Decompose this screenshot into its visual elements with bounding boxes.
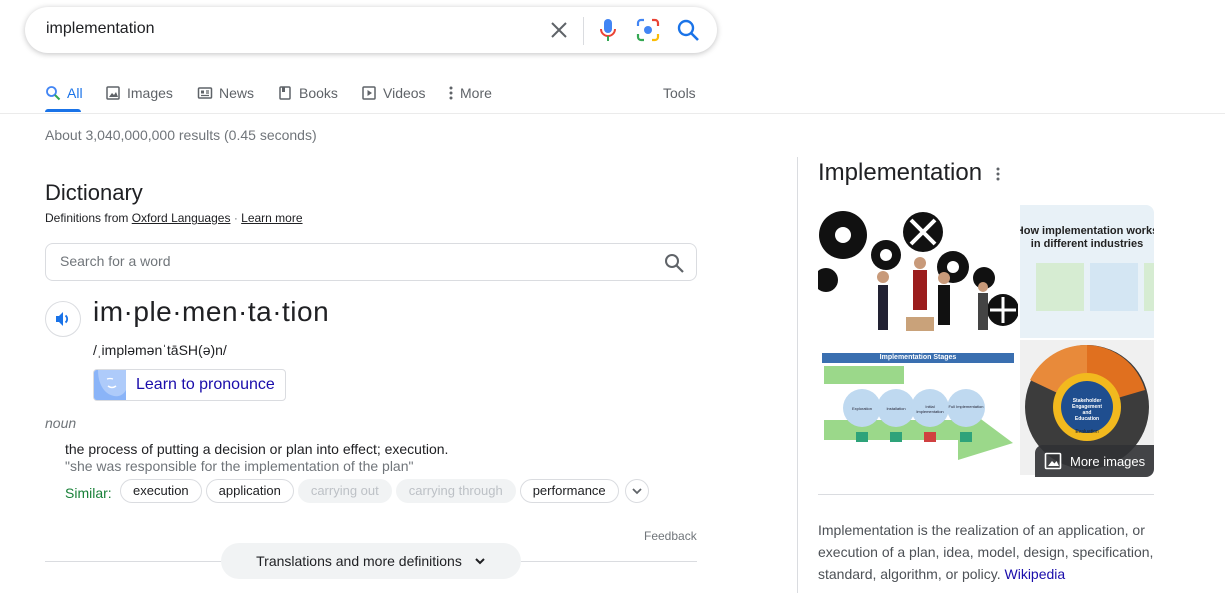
similar-chip[interactable]: execution [120, 479, 202, 503]
oxford-languages-link[interactable]: Oxford Languages [132, 211, 231, 225]
definition-text: the process of putting a decision or pla… [65, 441, 449, 457]
camera-lens-icon[interactable] [635, 17, 661, 43]
industries-heading: How implementation works in different in… [1020, 225, 1154, 250]
tab-all[interactable]: All [45, 82, 83, 104]
phonetic-spelling: /ˌimpləmənˈtāSH(ə)n/ [93, 342, 227, 358]
search-query[interactable]: implementation [46, 20, 155, 38]
learn-more-link[interactable]: Learn more [241, 211, 302, 225]
industries-infographic-image[interactable]: How implementation works in different in… [1020, 205, 1154, 338]
image-icon [1044, 452, 1062, 470]
wheel-ring-text: Evaluation [1075, 429, 1099, 435]
tab-label: Books [299, 85, 338, 101]
stage-label: Initial Implementation [916, 404, 944, 414]
tab-label: News [219, 85, 255, 101]
knowledge-panel-divider [797, 157, 798, 593]
book-icon [279, 86, 291, 100]
knowledge-panel-separator [818, 494, 1154, 495]
more-vertical-icon [449, 86, 453, 100]
tab-images[interactable]: Images [105, 82, 173, 104]
dictionary-source: Definitions from Oxford Languages · Lear… [45, 211, 303, 225]
knowledge-panel-title: Implementation [818, 159, 983, 186]
stage-label: Installation [886, 406, 906, 411]
part-of-speech: noun [45, 415, 77, 431]
more-definitions-label: Translations and more definitions [256, 553, 462, 569]
more-images-button[interactable]: More images [1035, 445, 1154, 477]
tab-label: Images [127, 85, 173, 101]
active-tab-indicator [45, 109, 81, 112]
infographic-panel [1144, 263, 1154, 311]
implementation-stages-image[interactable]: Implementation Stages Exploration Instal… [818, 340, 1018, 475]
example-sentence: "she was responsible for the implementat… [65, 458, 414, 474]
tab-label: All [67, 85, 83, 101]
search-icon [46, 86, 61, 101]
microphone-icon[interactable] [596, 17, 620, 43]
wikipedia-link[interactable]: Wikipedia [1005, 566, 1066, 582]
similar-chip[interactable]: carrying through [395, 479, 516, 503]
clear-icon[interactable] [547, 18, 571, 42]
image-icon [106, 86, 120, 100]
gears-people-image[interactable] [818, 205, 1018, 338]
feedback-link[interactable]: Feedback [644, 529, 697, 543]
infographic-panel [1090, 263, 1138, 311]
expand-similar-button[interactable] [624, 479, 649, 503]
similar-label: Similar: [65, 485, 112, 501]
search-bar: implementation [25, 7, 717, 53]
tab-books[interactable]: Books [277, 82, 338, 104]
tab-label: More [460, 85, 492, 101]
similar-chip[interactable]: application [205, 479, 294, 503]
search-tabs: All Images News Books Videos More Tools [45, 80, 705, 114]
similar-chip[interactable]: carrying out [297, 479, 392, 503]
face-icon [94, 370, 126, 400]
tab-news[interactable]: News [197, 82, 254, 104]
chevron-down-icon [632, 488, 642, 495]
similar-words: execution application carrying out carry… [120, 479, 649, 503]
search-icon[interactable] [663, 252, 685, 274]
news-icon [197, 87, 213, 99]
word-search-input[interactable] [60, 253, 620, 269]
search-divider [583, 17, 584, 45]
speaker-icon [56, 312, 69, 326]
search-icon[interactable] [675, 17, 701, 43]
dictionary-title: Dictionary [45, 180, 143, 205]
result-stats: About 3,040,000,000 results (0.45 second… [45, 127, 317, 143]
stage-label: Full Implementation [948, 404, 984, 409]
pronunciation-audio-button[interactable] [45, 301, 81, 337]
tab-more[interactable]: More [448, 82, 492, 104]
more-definitions-button[interactable]: Translations and more definitions [221, 543, 521, 579]
header-divider [0, 113, 1225, 114]
play-icon [362, 86, 376, 100]
headword: im·ple·men·ta·tion [93, 296, 330, 327]
infographic-panel [1036, 263, 1084, 311]
source-separator: · [233, 211, 238, 225]
tools-label: Tools [663, 85, 696, 101]
wheel-center-text: Stakeholder Engagement and Education [1071, 398, 1102, 422]
tab-label: Videos [383, 85, 426, 101]
image-grid: How implementation works in different in… [818, 205, 1154, 475]
tools-button[interactable]: Tools [663, 82, 696, 104]
description-text: Implementation is the realization of an … [818, 522, 1154, 582]
learn-to-pronounce-label: Learn to pronounce [136, 376, 275, 393]
stage-label: Exploration [851, 406, 872, 411]
tab-videos[interactable]: Videos [361, 82, 426, 104]
word-search-box [45, 243, 697, 281]
source-prefix: Definitions from [45, 211, 129, 225]
learn-to-pronounce-button[interactable]: Learn to pronounce [93, 369, 286, 401]
more-options-icon[interactable] [993, 165, 1003, 183]
similar-chip[interactable]: performance [519, 479, 619, 503]
chevron-down-icon [475, 558, 485, 565]
knowledge-panel-description: Implementation is the realization of an … [818, 519, 1163, 585]
more-images-label: More images [1070, 453, 1146, 469]
